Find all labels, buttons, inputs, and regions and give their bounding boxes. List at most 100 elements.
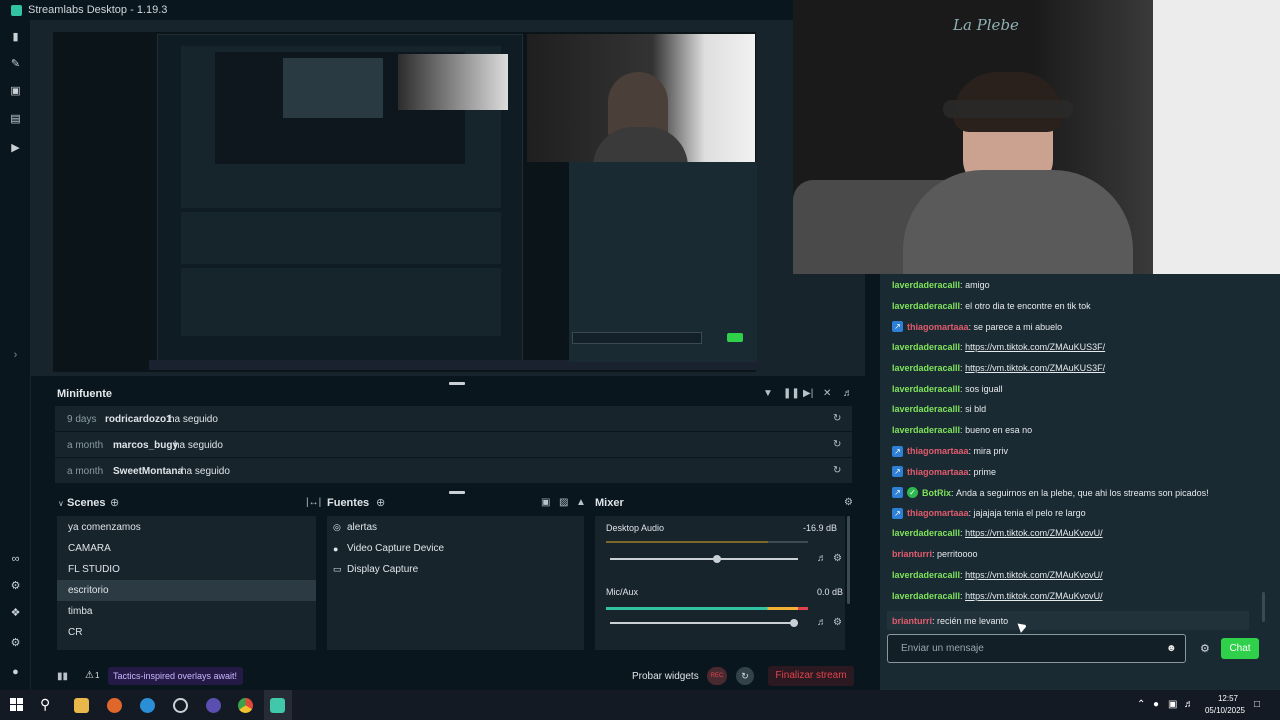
scene-item[interactable]: CR [57, 622, 316, 643]
profile-icon[interactable]: ● [10, 667, 21, 678]
mixer-scrollbar[interactable] [847, 516, 850, 604]
file-explorer-icon[interactable] [74, 698, 89, 713]
chat-username[interactable]: laverdaderacalll [892, 280, 960, 290]
link-icon[interactable]: ∞ [10, 554, 21, 565]
edge-icon[interactable] [140, 698, 155, 713]
volume-slider[interactable] [610, 555, 798, 563]
themes-icon[interactable]: ✎ [10, 59, 21, 70]
add-source-icon[interactable]: ⊕ [376, 498, 385, 509]
pause-icon[interactable]: ❚❚ [783, 389, 800, 399]
transition-icon[interactable]: |↔| [306, 498, 321, 508]
replay-icon[interactable]: ↻ [833, 466, 841, 476]
speaker-icon[interactable]: ♬ [817, 554, 827, 564]
record-button[interactable]: REC [707, 667, 727, 685]
activity-action: ha seguido [169, 414, 218, 425]
tools-icon[interactable]: ❖ [10, 608, 21, 619]
source-layout-icon[interactable]: ▣ [541, 498, 550, 508]
scene-item[interactable]: timba [57, 601, 316, 622]
discord-icon[interactable] [206, 698, 221, 713]
source-group-icon[interactable]: ▨ [559, 498, 568, 508]
mixer-settings-icon[interactable]: ⚙ [844, 498, 853, 508]
chat-username[interactable]: laverdaderacalll [892, 301, 960, 311]
chat-link[interactable]: https://vm.tiktok.com/ZMAuKUS3F/ [965, 363, 1105, 373]
chat-username[interactable]: brianturri [892, 549, 932, 559]
channel-settings-icon[interactable]: ⚙ [833, 554, 842, 564]
scene-item[interactable]: ya comenzamos [57, 517, 316, 538]
promo-banner[interactable]: Tactics-inspired overlays await! [108, 667, 243, 685]
add-scene-icon[interactable]: ⊕ [110, 498, 119, 509]
speaker-icon[interactable]: ♬ [817, 618, 827, 628]
channel-settings-icon[interactable]: ⚙ [833, 618, 842, 628]
test-widgets-button[interactable]: Probar widgets [632, 671, 699, 682]
chat-settings-icon[interactable]: ⚙ [1200, 642, 1210, 655]
chat-message: ↗ ✓ BotRix: Anda a seguirnos en la plebe, … [892, 487, 1209, 498]
mute-alerts-icon[interactable]: ✕ [823, 389, 831, 399]
expand-chevron-icon[interactable]: › [10, 350, 21, 361]
chat-username[interactable]: laverdaderacalll [892, 342, 960, 352]
mixer-title: Mixer [595, 497, 624, 509]
start-icon[interactable] [10, 698, 23, 711]
source-folder-icon[interactable]: ▲ [576, 498, 586, 508]
mic-icon[interactable]: ● [1153, 699, 1159, 710]
chat-username[interactable]: laverdaderacalll [892, 404, 960, 414]
chat-username[interactable]: laverdaderacalll [892, 570, 960, 580]
chat-username[interactable]: brianturri [892, 616, 932, 626]
chat-username[interactable]: laverdaderacalll [892, 528, 960, 538]
editor-icon[interactable]: ▮ [10, 32, 21, 43]
volume-slider[interactable] [610, 619, 799, 627]
skip-icon[interactable]: ▶| [803, 389, 813, 399]
replay-icon[interactable]: ↻ [833, 440, 841, 450]
replay-buffer-icon[interactable]: ↻ [736, 667, 754, 685]
chat-link[interactable]: https://vm.tiktok.com/ZMAuKvovU/ [965, 570, 1103, 580]
network-icon[interactable]: ▣ [1168, 699, 1177, 710]
clock-time[interactable]: 12:57 [1210, 694, 1246, 703]
settings-app-icon[interactable] [173, 698, 188, 713]
clock-date[interactable]: 05/10/2025 [1200, 706, 1250, 715]
chat-username[interactable]: laverdaderacalll [892, 425, 960, 435]
left-nav-rail: ▮ ✎ ▣ ▤ ▶ › ∞ ⚙ ❖ ⚙ ● [0, 20, 31, 690]
search-icon[interactable]: ⚲ [40, 696, 50, 713]
replay-icon[interactable]: ↻ [833, 414, 841, 424]
chat-input[interactable]: Enviar un mensaje ☻ [887, 634, 1186, 663]
filter-icon[interactable]: ▼ [763, 389, 773, 399]
chat-username[interactable]: laverdaderacalll [892, 363, 960, 373]
scene-item[interactable]: FL STUDIO [57, 559, 316, 580]
resize-handle[interactable] [449, 491, 465, 494]
scene-item[interactable]: escritorio [57, 580, 316, 601]
scene-item[interactable]: CAMARA [57, 538, 316, 559]
chat-scrollbar[interactable] [1262, 592, 1265, 622]
chat-username[interactable]: laverdaderacalll [892, 384, 960, 394]
chrome-icon[interactable] [238, 698, 253, 713]
volume-tray-icon[interactable]: ♬ [1184, 699, 1194, 710]
volume-icon[interactable]: ♬ [843, 389, 853, 399]
resize-handle[interactable] [449, 382, 465, 385]
chat-username[interactable]: thiagomartaaa [907, 446, 969, 456]
chat-username[interactable]: thiagomartaaa [907, 508, 969, 518]
notifications-icon[interactable]: □ [1254, 699, 1260, 710]
source-item[interactable]: ● Video Capture Device [333, 543, 444, 554]
source-item[interactable]: ◎ alertas [333, 522, 377, 533]
play-icon[interactable]: ▶ [10, 143, 21, 154]
plug-icon[interactable]: ⚙ [10, 581, 21, 592]
emote-icon[interactable]: ☻ [1166, 643, 1177, 654]
app-icon[interactable] [107, 698, 122, 713]
chat-link[interactable]: https://vm.tiktok.com/ZMAuKUS3F/ [965, 342, 1105, 352]
chat-username[interactable]: thiagomartaaa [907, 467, 969, 477]
store-icon[interactable]: ▣ [10, 86, 21, 97]
tray-chevron-icon[interactable]: ⌃ [1137, 699, 1145, 710]
volume-meter [606, 607, 808, 610]
alert-icon[interactable]: ⚠ [85, 671, 94, 681]
collapse-chevron-icon[interactable]: ∨ [58, 499, 64, 509]
stats-icon[interactable]: ▮▮ [57, 672, 68, 682]
chat-link[interactable]: https://vm.tiktok.com/ZMAuKvovU/ [965, 591, 1103, 601]
studio-mode-icon[interactable]: ▤ [10, 114, 21, 125]
chat-username[interactable]: BotRix [922, 488, 951, 498]
chat-username[interactable]: laverdaderacalll [892, 591, 960, 601]
mixer-panel: Desktop Audio -16.9 dB ♬ ⚙ Mic/Aux 0.0 d… [595, 516, 845, 650]
end-stream-button[interactable]: Finalizar stream [768, 666, 854, 686]
chat-username[interactable]: thiagomartaaa [907, 322, 969, 332]
chat-link[interactable]: https://vm.tiktok.com/ZMAuKvovU/ [965, 528, 1103, 538]
chat-send-button[interactable]: Chat [1221, 638, 1259, 659]
settings-icon[interactable]: ⚙ [10, 638, 21, 649]
source-item[interactable]: ▭ Display Capture [333, 564, 418, 575]
